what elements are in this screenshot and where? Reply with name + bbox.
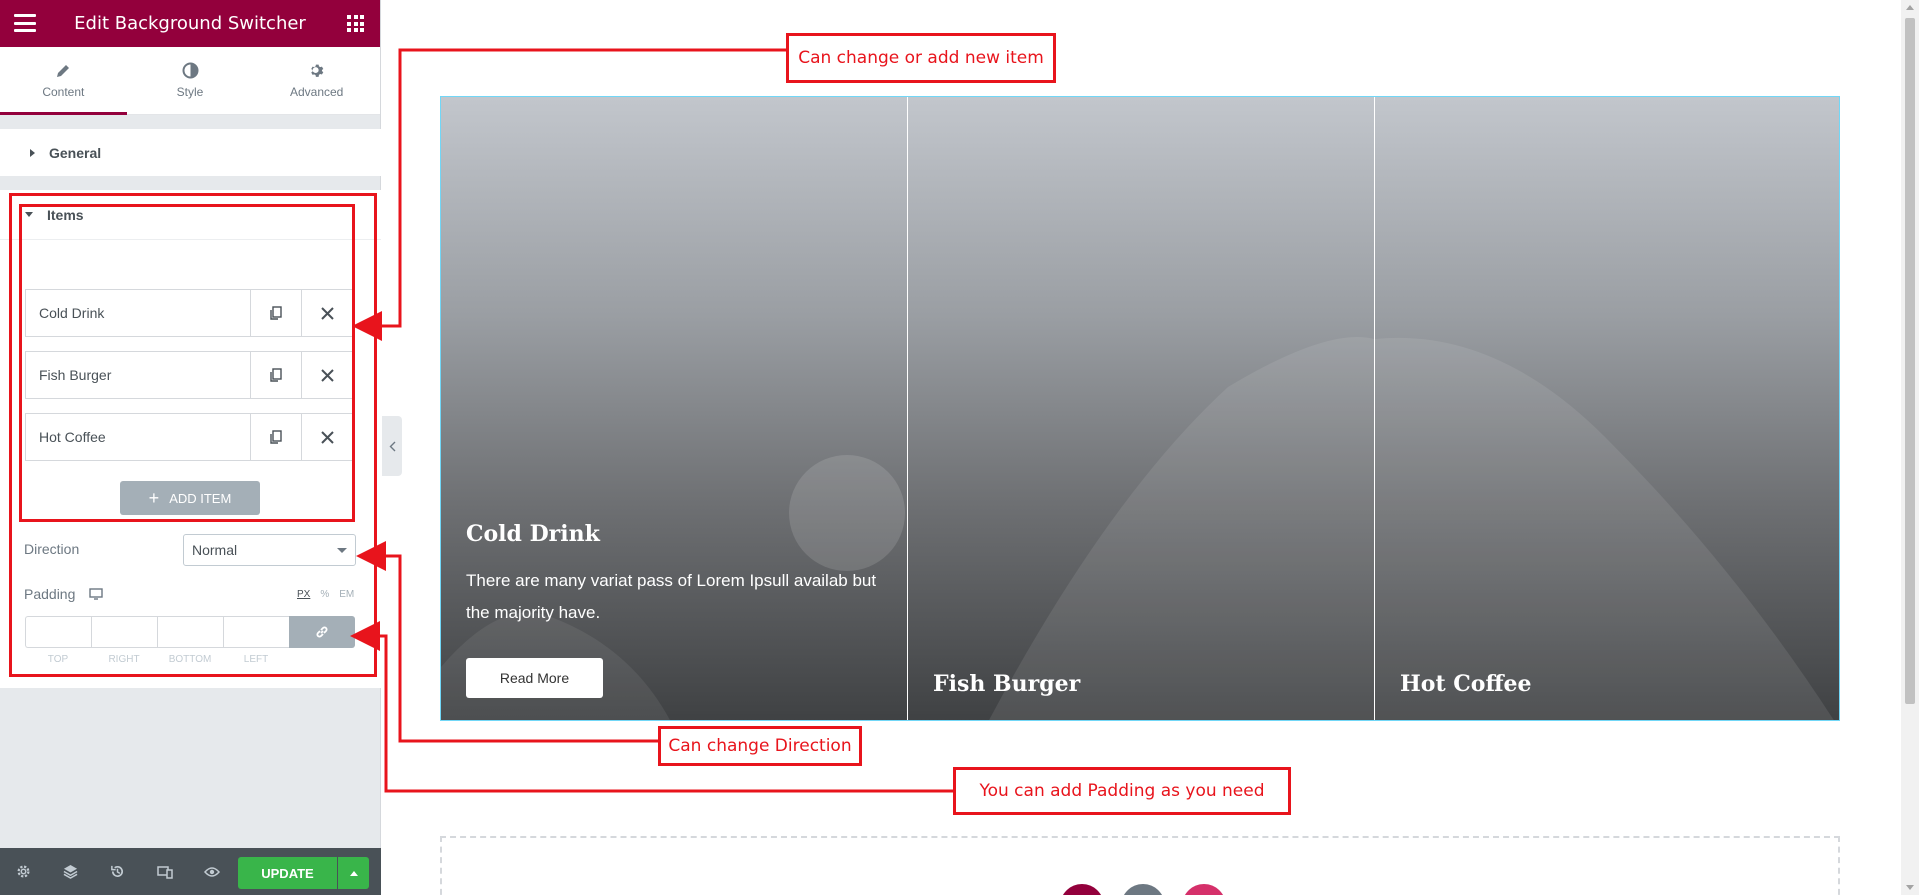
read-more-button[interactable]: Read More	[466, 658, 603, 698]
tab-style-label: Style	[176, 85, 204, 99]
tab-style[interactable]: Style	[127, 47, 254, 114]
panel-tabs: Content Style Advanced	[0, 47, 380, 115]
item-description: There are many variat pass of Lorem Ipsu…	[466, 571, 877, 622]
tab-advanced[interactable]: Advanced	[253, 47, 380, 114]
settings-gear-icon[interactable]	[0, 848, 47, 895]
chevron-left-icon	[389, 441, 395, 451]
item-title: Hot Coffee	[1400, 671, 1532, 697]
item-title: Fish Burger	[933, 671, 1081, 697]
preview-eye-icon[interactable]	[188, 848, 235, 895]
decorative-shapes	[1375, 337, 1834, 720]
background-switcher-widget[interactable]: Cold Drink There are many variat pass of…	[440, 96, 1840, 721]
scroll-down-arrow-icon[interactable]	[1906, 885, 1914, 890]
switcher-item[interactable]: Cold Drink There are many variat pass of…	[441, 97, 907, 720]
update-button[interactable]: UPDATE	[238, 857, 337, 889]
panel-collapse-handle[interactable]	[382, 416, 402, 476]
half-circle-icon	[182, 62, 198, 79]
tab-content-label: Content	[42, 84, 85, 99]
pencil-icon	[57, 64, 70, 77]
tab-content[interactable]: Content	[0, 47, 127, 115]
annotation-items-box	[19, 204, 355, 522]
scroll-up-arrow-icon[interactable]	[1906, 5, 1914, 10]
switcher-item[interactable]: Hot Coffee	[1375, 97, 1839, 720]
caret-right-icon	[30, 148, 35, 157]
page-scrollbar[interactable]	[1901, 0, 1919, 895]
update-options-button[interactable]	[338, 857, 369, 889]
tab-advanced-label: Advanced	[289, 85, 344, 99]
section-general-label: General	[49, 144, 102, 161]
history-icon[interactable]	[94, 848, 141, 895]
item-title: Cold Drink	[466, 521, 600, 547]
responsive-mode-icon[interactable]	[141, 848, 188, 895]
scrollbar-thumb[interactable]	[1905, 18, 1915, 704]
caret-up-icon	[349, 870, 358, 876]
annotation-padding-note: You can add Padding as you need	[953, 767, 1291, 815]
widgets-grid-icon[interactable]	[347, 15, 364, 32]
section-general[interactable]: General	[0, 129, 381, 176]
navigator-layers-icon[interactable]	[47, 848, 94, 895]
panel-header: Edit Background Switcher	[0, 0, 380, 47]
gear-icon	[311, 64, 324, 77]
decorative-shapes	[989, 337, 1374, 720]
panel-title: Edit Background Switcher	[74, 13, 306, 34]
annotation-items-note: Can change or add new item	[786, 33, 1056, 83]
switcher-item[interactable]: Fish Burger	[908, 97, 1374, 720]
annotation-direction-note: Can change Direction	[658, 726, 862, 766]
